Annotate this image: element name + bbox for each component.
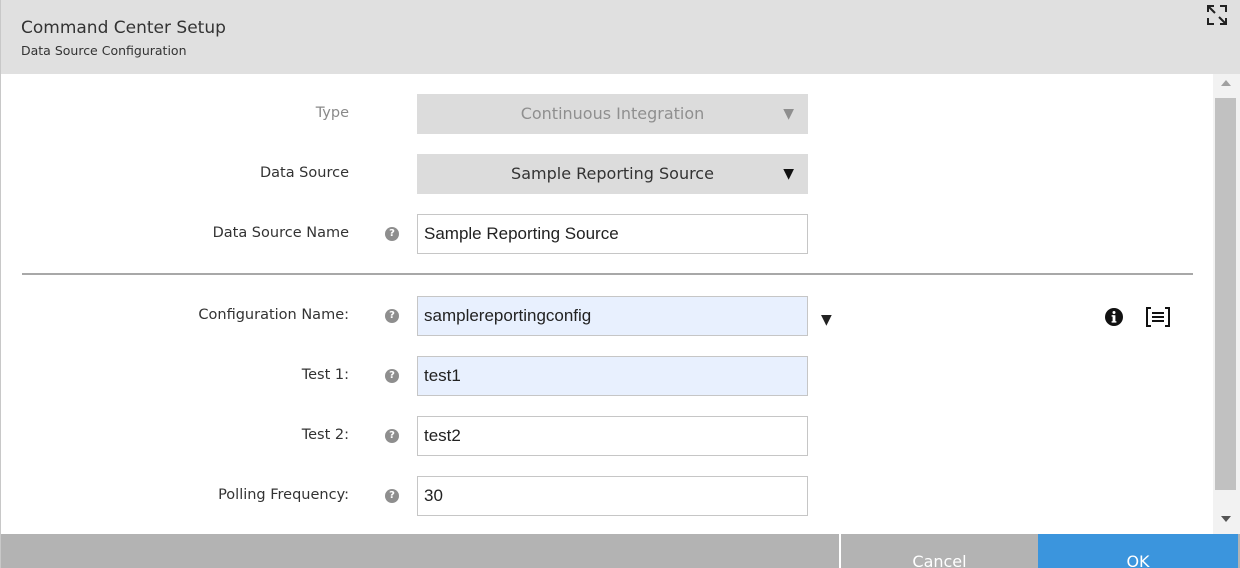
type-label: Type	[315, 105, 349, 121]
scrollbar-thumb[interactable]	[1215, 98, 1236, 490]
data-source-select-value: Sample Reporting Source	[511, 164, 714, 183]
cancel-button[interactable]: Cancel	[839, 534, 1038, 568]
dialog-content: Type Continuous Integration ▼ Data Sourc…	[1, 74, 1213, 534]
dialog-footer: Cancel OK	[1, 534, 1240, 568]
vertical-scrollbar[interactable]	[1213, 74, 1240, 534]
data-source-name-input[interactable]: Sample Reporting Source	[417, 214, 808, 254]
chevron-down-icon: ▼	[783, 166, 794, 182]
test2-label: Test 2:	[301, 427, 349, 443]
help-icon[interactable]: ?	[385, 429, 399, 443]
help-icon[interactable]: ?	[385, 309, 399, 323]
scroll-down-arrow-icon[interactable]	[1221, 516, 1231, 522]
configuration-dropdown-icon[interactable]: ▼	[821, 312, 832, 328]
data-source-name-label: Data Source Name	[212, 225, 349, 241]
polling-frequency-label: Polling Frequency:	[218, 487, 349, 503]
dialog-subtitle: Data Source Configuration	[21, 43, 187, 58]
dialog-title: Command Center Setup	[21, 18, 226, 38]
data-source-label: Data Source	[259, 165, 349, 181]
polling-frequency-input[interactable]: 30	[417, 476, 808, 516]
setup-dialog: Command Center Setup Data Source Configu…	[0, 0, 1240, 568]
configuration-name-input[interactable]: samplereportingconfig	[417, 296, 808, 336]
test1-label: Test 1:	[301, 367, 349, 383]
help-icon[interactable]: ?	[385, 227, 399, 241]
help-icon[interactable]: ?	[385, 489, 399, 503]
type-select-value: Continuous Integration	[520, 104, 705, 123]
test2-input[interactable]: test2	[417, 416, 808, 456]
expand-icon[interactable]	[1205, 3, 1229, 27]
scroll-up-arrow-icon[interactable]	[1221, 80, 1231, 86]
test1-input[interactable]: test1	[417, 356, 808, 396]
info-icon[interactable]	[1104, 307, 1124, 327]
section-divider	[22, 273, 1193, 275]
dialog-header: Command Center Setup Data Source Configu…	[1, 0, 1240, 74]
list-view-icon[interactable]	[1145, 306, 1171, 328]
ok-button[interactable]: OK	[1038, 534, 1238, 568]
type-select: Continuous Integration ▼	[417, 94, 808, 134]
help-icon[interactable]: ?	[385, 369, 399, 383]
configuration-name-label: Configuration Name:	[198, 307, 349, 323]
data-source-select[interactable]: Sample Reporting Source ▼	[417, 154, 808, 194]
chevron-down-icon: ▼	[783, 106, 794, 122]
